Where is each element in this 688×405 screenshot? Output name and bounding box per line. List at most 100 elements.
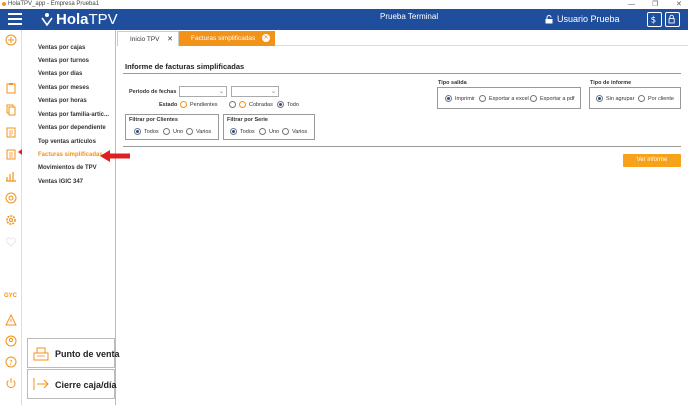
app-header: HolaTPV Prueba Terminal Usuario Prueba $ [0,9,688,30]
user-circle-icon[interactable] [5,335,17,347]
clientes-todos-radio[interactable] [134,128,141,135]
punto-venta-button[interactable]: Punto de venta [27,338,120,368]
user-label: Usuario Prueba [557,14,620,24]
serie-varios-label: Varios [292,129,308,135]
punto-venta-label: Punto de venta [55,349,120,359]
divider [123,146,681,147]
tab-bar: Inicio TPV ✕ Facturas simplificadas ✕ [117,30,688,46]
heart-icon[interactable] [5,236,17,248]
clientes-todos-label: Todos [144,129,159,135]
sidebar-item-ventas-igic[interactable]: Ventas IGIC 347 [38,179,83,185]
help-icon[interactable]: ? [5,356,17,368]
svg-text:$: $ [651,16,657,26]
filtro-clientes-group: Filtrar por Clientes Todos Uno Varios [125,114,219,140]
serie-varios-radio[interactable] [282,128,289,135]
sidebar-item-top-ventas[interactable]: Top ventas artículos [38,139,96,145]
fecha-desde-select[interactable]: ⌄ [179,86,227,97]
ver-informe-button[interactable]: Ver informe [623,154,681,167]
sidebar-item-ventas-meses[interactable]: Ventas por meses [38,85,89,91]
report-panel: Informe de facturas simplificadas Period… [117,46,688,405]
cierre-caja-button[interactable]: Cierre caja/día [27,369,117,399]
sidebar-item-ventas-dependiente[interactable]: Ventas por dependiente [38,125,106,131]
sidebar-item-ventas-dias[interactable]: Ventas por días [38,71,82,77]
report-icon[interactable] [5,148,17,160]
sidebar-item-ventas-horas[interactable]: Ventas por horas [38,98,87,104]
periodo-label: Periodo de fechas [129,89,177,95]
serie-todos-label: Todos [240,129,255,135]
estado-cobradas-radio[interactable] [239,101,246,108]
salida-excel-radio[interactable] [479,95,486,102]
estado-cobradas-label: Cobradas [249,102,273,108]
cierre-caja-label: Cierre caja/día [55,380,117,390]
sidebar-item-ventas-turnos[interactable]: Ventas por turnos [38,58,89,64]
settings-icon[interactable] [5,214,17,226]
estado-todo-radio[interactable] [277,101,284,108]
estado-todo-label: Todo [287,102,299,108]
salida-pdf-label: Exportar a pdf [540,96,575,102]
close-tab-icon[interactable]: ✕ [262,34,270,42]
filtro-serie-group: Filtrar por Serie Todos Uno Varios [223,114,315,140]
estado-label: Estado [159,102,178,108]
icon-rail: GYC ? [0,30,22,405]
logo-icon [41,13,53,26]
serie-uno-label: Uno [269,129,280,135]
informe-por-cliente-radio[interactable] [638,95,645,102]
salida-imprimir-radio[interactable] [445,95,452,102]
estado-pendientes-radio[interactable] [180,101,187,108]
maximize-icon[interactable]: ❐ [652,0,658,9]
close-tab-icon[interactable]: ✕ [167,32,173,47]
salida-pdf-radio[interactable] [530,95,537,102]
terminal-name: Prueba Terminal [380,12,439,21]
minimize-icon[interactable]: — [628,0,635,9]
tipo-salida-group: Imprimir Exportar a excel Exportar a pdf [437,87,581,109]
documents-icon[interactable] [5,104,17,116]
chevron-down-icon: ⌄ [270,89,276,95]
tab-facturas-simplificadas[interactable]: Facturas simplificadas ✕ [179,31,275,46]
menu-icon[interactable] [8,13,22,26]
cash-icon: $ [651,16,657,26]
sidebar-item-facturas-simplificadas[interactable]: Facturas simplificadas [38,152,103,158]
bar-chart-icon[interactable] [5,170,17,182]
dollar-screen-button[interactable]: $ [647,12,662,27]
power-icon[interactable] [5,377,17,389]
app-logo: HolaTPV [56,11,118,28]
chevron-down-icon: ⌄ [218,89,224,95]
checklist-icon[interactable] [5,126,17,138]
svg-text:?: ? [9,359,13,367]
serie-todos-radio[interactable] [230,128,237,135]
sidebar-item-ventas-familia[interactable]: Ventas por familia-artíc... [38,112,109,118]
clientes-uno-radio[interactable] [163,128,170,135]
lock-icon [668,14,675,24]
estado-divider-radio[interactable] [229,101,236,108]
informe-title: Tipo de informe [590,80,632,86]
window-title: HolaTPV_app - Empresa Prueba1 [8,1,100,7]
page-title: Informe de facturas simplificadas [125,62,245,71]
clientes-varios-radio[interactable] [186,128,193,135]
globe-icon[interactable] [5,192,17,204]
clipboard-icon[interactable] [5,82,17,94]
tab-inicio-tpv[interactable]: Inicio TPV ✕ [117,31,179,46]
clientes-uno-label: Uno [173,129,184,135]
salida-title: Tipo salida [438,80,467,86]
lock-screen-button[interactable] [665,12,680,27]
fecha-hasta-select[interactable]: ⌄ [231,86,279,97]
gyc-label[interactable]: GYC [4,293,17,299]
sidebar-item-movimientos-tpv[interactable]: Movimientos de TPV [38,165,97,171]
estado-pendientes-label: Pendientes [190,102,218,108]
close-icon[interactable]: ✕ [676,0,682,9]
salida-excel-label: Exportar a excel [489,96,529,102]
sidebar-item-ventas-cajas[interactable]: Ventas por cajas [38,45,85,51]
reports-sidebar: Ventas por cajas Ventas por turnos Venta… [22,30,120,405]
clientes-title: Filtrar por Clientes [129,117,178,123]
informe-por-cliente-label: Por cliente [648,96,674,102]
unlock-icon [545,15,553,24]
serie-title: Filtrar por Serie [227,117,268,123]
exit-arrow-icon [33,378,49,390]
divider [123,73,681,74]
tab-label: Inicio TPV [130,36,160,43]
informe-sin-agrupar-radio[interactable] [596,95,603,102]
warning-icon[interactable] [5,314,17,326]
cash-register-icon [33,347,49,361]
serie-uno-radio[interactable] [259,128,266,135]
add-icon[interactable] [5,34,17,46]
